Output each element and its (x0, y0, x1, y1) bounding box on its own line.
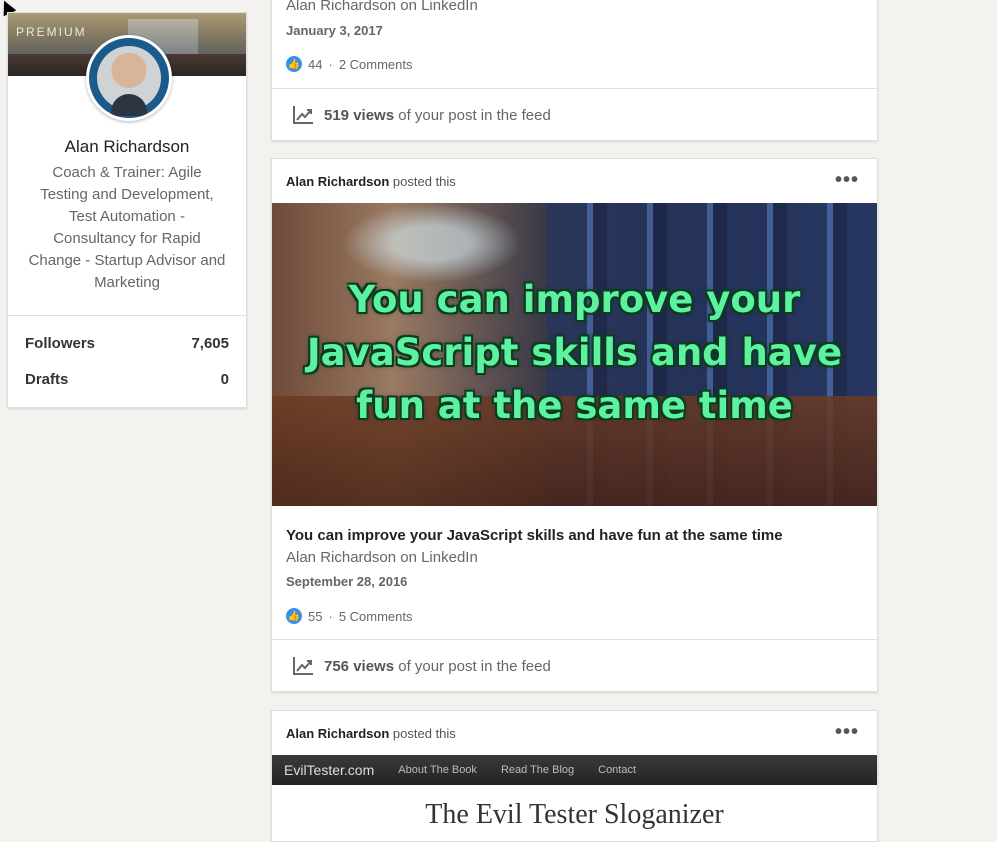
post-image[interactable]: You can improve your JavaScript skills a… (272, 203, 877, 506)
post-header: Alan Richardson posted this (286, 726, 456, 741)
comments-count[interactable]: 5 Comments (339, 609, 413, 624)
site-nav-item: Read The Blog (500, 764, 575, 776)
image-lights (342, 203, 522, 283)
post-subtitle: Alan Richardson on LinkedIn (286, 549, 478, 566)
post-views-bar[interactable]: 519 views of your post in the feed (272, 88, 877, 141)
stat-label: Drafts (25, 371, 69, 388)
website-preview-title: The Evil Tester Sloganizer (425, 799, 724, 830)
posted-suffix: posted this (392, 174, 456, 189)
profile-card: PREMIUM Alan Richardson Coach & Trainer:… (7, 12, 247, 408)
like-icon: 👍 (286, 608, 302, 624)
drafts-stat[interactable]: Drafts 0 (25, 371, 229, 388)
trending-chart-icon (293, 657, 313, 675)
post-social-counts: 👍 55 · 5 Comments (286, 608, 413, 624)
website-preview-navbar[interactable]: EvilTester.com About The Book Read The B… (272, 755, 877, 785)
stat-value: 7,605 (191, 335, 229, 352)
like-icon: 👍 (286, 56, 302, 72)
avatar[interactable] (86, 35, 172, 121)
views-count: 756 views (324, 657, 395, 675)
profile-name[interactable]: Alan Richardson (8, 137, 246, 157)
posted-suffix: posted this (392, 726, 456, 741)
site-nav-item: Contact (598, 764, 637, 776)
site-nav-item: About The Book (398, 764, 477, 776)
post-social-counts: 👍 44 · 2 Comments (286, 56, 413, 72)
likes-count[interactable]: 55 (308, 609, 322, 624)
profile-headline: Coach & Trainer: Agile Testing and Devel… (28, 164, 226, 291)
likes-count[interactable]: 44 (308, 57, 322, 72)
site-brand: EvilTester.com (284, 762, 375, 778)
followers-stat[interactable]: Followers 7,605 (25, 335, 229, 352)
post-date: January 3, 2017 (286, 23, 383, 38)
views-suffix: of your post in the feed (398, 106, 551, 124)
premium-label: PREMIUM (16, 25, 87, 39)
stat-label: Followers (25, 335, 96, 352)
more-options-button[interactable]: ••• (835, 721, 859, 744)
post-author[interactable]: Alan Richardson (286, 174, 389, 189)
avatar-photo (97, 46, 161, 116)
post-date: September 28, 2016 (286, 574, 408, 589)
post-card: Alan Richardson posted this ••• EvilTest… (271, 710, 878, 842)
post-subtitle: Alan Richardson on LinkedIn (286, 0, 478, 14)
views-suffix: of your post in the feed (398, 657, 551, 675)
divider (8, 315, 246, 316)
dot-separator: · (328, 56, 333, 72)
post-header: Alan Richardson posted this (286, 174, 456, 189)
more-options-button[interactable]: ••• (835, 169, 859, 192)
dot-separator: · (328, 608, 333, 624)
stat-value: 0 (220, 371, 229, 388)
post-title[interactable]: You can improve your JavaScript skills a… (286, 527, 783, 544)
views-count: 519 views (324, 106, 395, 124)
post-image-text: You can improve your JavaScript skills a… (306, 278, 843, 427)
post-views-bar[interactable]: 756 views of your post in the feed (272, 639, 877, 692)
comments-count[interactable]: 2 Comments (339, 57, 413, 72)
post-card: Alan Richardson on LinkedIn January 3, 2… (271, 0, 878, 141)
post-card: Alan Richardson posted this ••• You can … (271, 158, 878, 692)
post-author[interactable]: Alan Richardson (286, 726, 389, 741)
trending-chart-icon (293, 106, 313, 124)
